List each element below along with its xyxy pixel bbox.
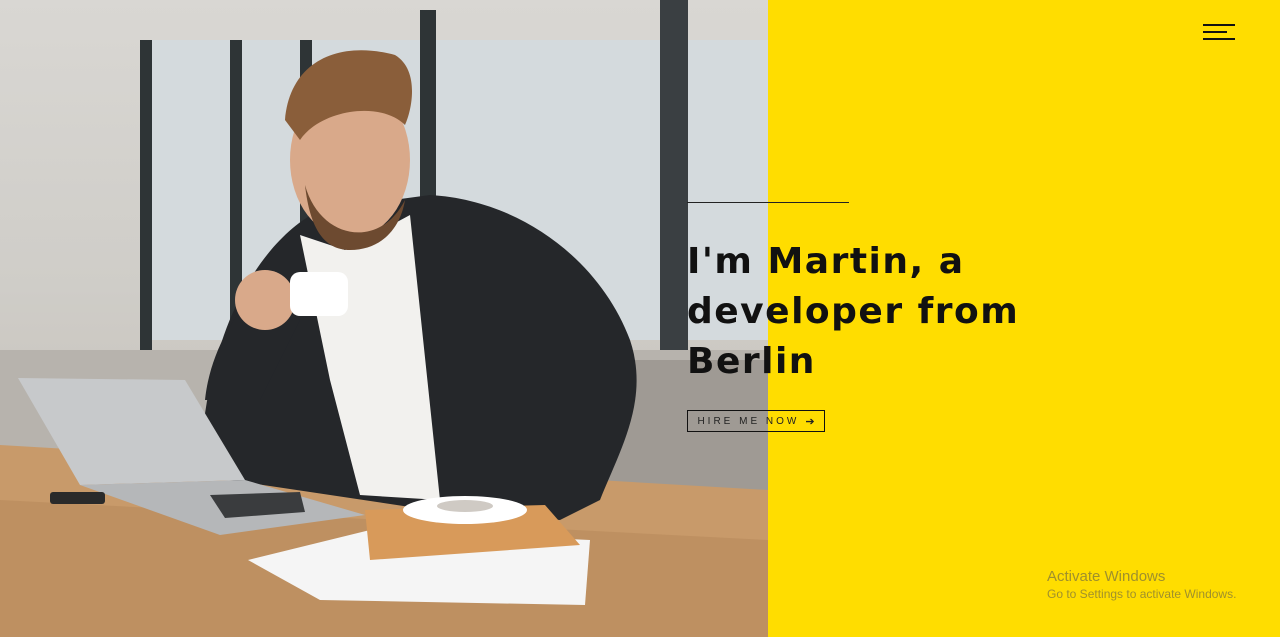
hire-me-button[interactable]: HIRE ME NOW ➔ [687, 410, 825, 432]
hero-photo-illustration [0, 0, 768, 637]
hamburger-menu-icon[interactable] [1201, 22, 1237, 42]
arrow-right-icon: ➔ [805, 415, 815, 428]
hero-headline: I'm Martin, a developer from Berlin [687, 237, 1047, 387]
divider-line [687, 202, 849, 203]
headline-line-2: developer from [687, 291, 1020, 332]
watermark-subtitle: Go to Settings to activate Windows. [1047, 587, 1237, 601]
hire-me-label: HIRE ME NOW [697, 415, 800, 427]
headline-line-1: I'm Martin, a [687, 241, 965, 282]
hero-photo [0, 0, 768, 637]
windows-activation-watermark: Activate Windows Go to Settings to activ… [1047, 568, 1236, 601]
hero-section: I'm Martin, a developer from Berlin HIRE… [687, 202, 1107, 432]
headline-line-3: Berlin [687, 341, 816, 382]
watermark-title: Activate Windows [1047, 568, 1166, 585]
